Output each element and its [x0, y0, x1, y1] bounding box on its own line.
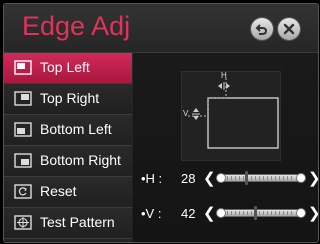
- menu-item-bottom-right[interactable]: Bottom Right: [4, 146, 132, 177]
- v-slider-row: •V : 42 ❮ ❯: [141, 204, 318, 224]
- top-left-icon: [14, 60, 32, 75]
- bottom-left-icon: [14, 122, 32, 137]
- menu-item-top-left[interactable]: Top Left: [4, 53, 132, 84]
- v-slider-label: •V :: [141, 206, 162, 221]
- slider-end-knob: [217, 209, 225, 217]
- menu-item-label: Top Left: [40, 59, 90, 75]
- h-slider-label: •H :: [141, 171, 163, 186]
- h-decrease-icon[interactable]: ❮: [203, 169, 216, 187]
- v-decrease-icon[interactable]: ❮: [203, 204, 216, 222]
- menu-item-label: Bottom Left: [40, 121, 112, 137]
- v-slider-thumb[interactable]: [254, 206, 258, 220]
- menu-item-reset[interactable]: Reset: [4, 177, 132, 208]
- slider-ticks: [227, 211, 295, 215]
- edge-menu: Top Left Top Right Bottom Left Bottom Ri…: [4, 53, 132, 242]
- h-slider-track[interactable]: [217, 171, 305, 185]
- menu-item-label: Test Pattern: [40, 214, 115, 230]
- back-button[interactable]: [251, 18, 273, 40]
- menu-item-label: Reset: [40, 183, 77, 199]
- h-slider-thumb[interactable]: [244, 171, 248, 185]
- back-arrow-icon: [255, 24, 268, 35]
- bottom-right-icon: [14, 153, 32, 168]
- close-icon: [283, 23, 295, 35]
- edge-diagram-graphic: [186, 76, 279, 149]
- edge-adj-dialog: Edge Adj Top Left Top Right Bottom Left …: [3, 3, 319, 243]
- slider-ticks: [227, 176, 295, 180]
- menu-item-top-right[interactable]: Top Right: [4, 84, 132, 115]
- h-slider-value: 28: [181, 171, 196, 186]
- diagram-v-label: V: [183, 109, 189, 118]
- v-slider-track[interactable]: [217, 206, 305, 220]
- h-slider-row: •H : 28 ❮ ❯: [141, 169, 318, 189]
- menu-item-bottom-left[interactable]: Bottom Left: [4, 115, 132, 146]
- slider-end-knob: [297, 209, 305, 217]
- title-bar: Edge Adj: [4, 4, 318, 53]
- slider-end-knob: [297, 174, 305, 182]
- menu-item-label: Top Right: [40, 90, 100, 106]
- menu-item-label: Bottom Right: [40, 152, 121, 168]
- h-increase-icon[interactable]: ❯: [308, 169, 318, 187]
- close-button[interactable]: [278, 18, 300, 40]
- diagram-h-label: H: [221, 71, 227, 80]
- reset-icon: [14, 184, 32, 199]
- menu-item-test-pattern[interactable]: Test Pattern: [4, 208, 132, 239]
- slider-end-knob: [217, 174, 225, 182]
- adjust-panel: H V •H : 28 ❮ ❯ •V : 42 ❮: [133, 53, 318, 242]
- dialog-title: Edge Adj: [22, 11, 131, 41]
- test-pattern-icon: [14, 215, 32, 230]
- v-slider-value: 42: [181, 206, 196, 221]
- v-increase-icon[interactable]: ❯: [308, 204, 318, 222]
- edge-position-diagram: H V: [181, 71, 281, 161]
- top-right-icon: [14, 91, 32, 106]
